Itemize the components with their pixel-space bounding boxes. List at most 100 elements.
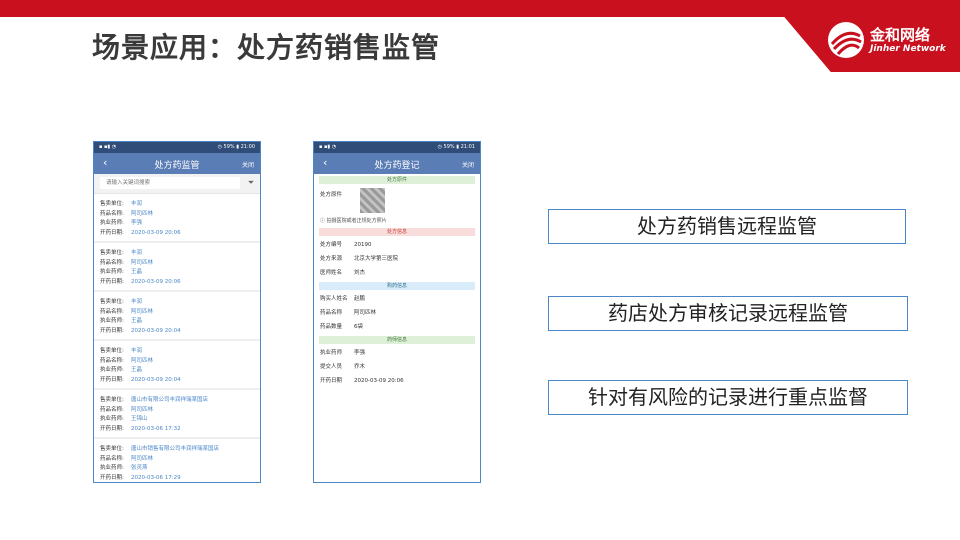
- record-seller-row: 售卖单位: 唐山市有限公司丰润祥瑞某国店: [100, 396, 254, 406]
- form-field-label: 开药日期: [320, 378, 343, 384]
- form-field-row: 药品名称 阿司匹林: [314, 306, 480, 320]
- brand-en: Jinher Network: [870, 44, 946, 54]
- record-item[interactable]: 售卖单位: 唐山市销售有限公司丰润祥瑞某国店 药品名称: 阿司匹林 执业药师: 张灵燕 开药…: [94, 439, 260, 483]
- record-item[interactable]: 售卖单位: 唐山市有限公司丰润祥瑞某国店 药品名称: 阿司匹林执业药师: 王锦山 开药日期…: [94, 390, 260, 439]
- record-pharmacist-value: 王晶: [131, 367, 143, 373]
- form-field-value[interactable]: 6袋: [354, 324, 363, 330]
- record-date-value: 2020-03-09 20:06: [131, 229, 181, 236]
- form-field-value[interactable]: 乔木: [354, 364, 365, 370]
- record-pharmacist-row: 执业药师: 张灵燕: [100, 464, 254, 474]
- record-seller-label: 售卖单位:: [100, 201, 124, 207]
- form-field-label: 执业药师: [320, 350, 343, 356]
- record-date-label: 开药日期:: [100, 278, 124, 285]
- rx-photo-label: 处方原件: [320, 192, 343, 198]
- record-date-label: 开药日期:: [100, 229, 124, 236]
- rx-photo-thumbnail[interactable]: [360, 188, 385, 213]
- record-list: 售卖单位: 丰润 药品名称: 阿司匹林 执业药师: 李强 开药日期: 2020-03-09 2…: [94, 194, 260, 483]
- record-pharmacist-row: 执业药师: 王晶: [100, 317, 254, 327]
- close-button[interactable]: 关闭: [242, 160, 254, 169]
- record-pharmacist-value: 王晶: [131, 318, 143, 324]
- search-input[interactable]: [100, 177, 240, 189]
- record-drug-label: 药品名称:: [100, 308, 124, 315]
- rx-photo-row: 处方原件: [314, 186, 480, 216]
- filter-icon[interactable]: ⏷: [246, 178, 256, 188]
- status-right: ◷ 59% ▮ 21:01: [437, 144, 475, 150]
- record-item[interactable]: 售卖单位: 丰润药品名称: 阿司匹林执业药师: 王晶开药日期: 2020-03-09 2…: [94, 243, 260, 292]
- record-seller-value: 丰润: [131, 250, 143, 256]
- record-date-label: 开药日期:: [100, 327, 124, 334]
- record-drug-row: 药品名称: 阿司匹林: [100, 406, 254, 416]
- record-seller-row: 售卖单位: 丰润: [100, 249, 254, 259]
- record-drug-label: 药品名称:: [100, 455, 124, 462]
- section-rx-original: 处方原件: [319, 176, 475, 184]
- record-pharmacist-value: 张灵燕: [131, 465, 148, 471]
- record-drug-row: 药品名称: 阿司匹林: [100, 357, 254, 367]
- record-date-label: 开药日期:: [100, 425, 124, 432]
- screen-title: 处方药登记: [374, 161, 420, 171]
- record-pharmacist-value: 王晶: [131, 269, 143, 275]
- form-field-row: 执业药师 李强: [314, 346, 480, 360]
- form-field-value[interactable]: 刘杰: [354, 270, 365, 276]
- rx-info-fields: 处方编号 20190 处方来源 北京大学第三医院 医师姓名 刘杰: [314, 238, 480, 280]
- section-rx-info: 处方信息: [319, 228, 475, 236]
- record-seller-label: 售卖单位:: [100, 446, 124, 452]
- form-field-label: 药品名称: [320, 310, 343, 316]
- record-drug-value: 阿司匹林: [131, 406, 154, 413]
- form-field-row: 购买人姓名 赵鹏: [314, 292, 480, 306]
- record-date-row: 开药日期: 2020-03-09 20:06: [100, 278, 254, 288]
- record-date-value: 2020-03-09 20:06: [131, 278, 181, 285]
- record-drug-label: 药品名称:: [100, 406, 124, 413]
- record-pharmacist-row: 执业药师: 王晶: [100, 268, 254, 278]
- record-date-row: 开药日期: 2020-03-09 20:06: [100, 229, 254, 239]
- form-field-value[interactable]: 2020-03-09 20:06: [354, 378, 404, 384]
- record-item[interactable]: 售卖单位: 丰润 药品名称: 阿司匹林 执业药师: 李强 开药日期: 2020-03-09 2…: [94, 194, 260, 243]
- pharmacist-info-fields: 执业药师 李强提交人员 乔木开药日期 2020-03-09 20:06: [314, 346, 480, 388]
- record-date-value: 2020-03-09 20:04: [131, 376, 181, 383]
- record-item[interactable]: 售卖单位: 丰润 药品名称: 阿司匹林 执业药师: 王晶 开药日期: 2020-03-09 2…: [94, 341, 260, 390]
- form-field-value[interactable]: 北京大学第三医院: [354, 256, 398, 262]
- record-drug-row: 药品名称: 阿司匹林: [100, 308, 254, 318]
- jinher-logo-icon: [828, 22, 864, 58]
- form-field-row: 药品数量 6袋: [314, 320, 480, 334]
- form-field-label: 医师姓名: [320, 270, 343, 276]
- record-seller-value: 唐山市有限公司丰润祥瑞某国店: [131, 397, 209, 403]
- section-buy-info: 购药信息: [319, 282, 475, 290]
- record-seller-label: 售卖单位:: [100, 299, 124, 305]
- feature-remote-sales-supervision: 处方药销售远程监管: [548, 209, 906, 244]
- form-field-label: 药品数量: [320, 324, 343, 330]
- nav-bar: ‹ 处方药监管 关闭: [94, 153, 260, 174]
- status-left: ▪ ▪▮ ◔: [99, 144, 117, 150]
- record-drug-label: 药品名称:: [100, 259, 124, 266]
- form-field-row: 处方来源 北京大学第三医院: [314, 252, 480, 266]
- form-field-row: 医师姓名 刘杰: [314, 266, 480, 280]
- record-item[interactable]: 售卖单位: 丰润药品名称: 阿司匹林 执业药师: 王晶 开药日期: 2020-03-09 2…: [94, 292, 260, 341]
- form-field-label: 提交人员: [320, 364, 343, 370]
- phone-screenshot-supervision: ▪ ▪▮ ◔ ◷ 59% ▮ 21:00 ‹ 处方药监管 关闭 ⏷ 售卖单位: 丰…: [93, 141, 261, 483]
- record-seller-value: 唐山市销售有限公司丰润祥瑞某国店: [131, 446, 220, 452]
- brand-cn: 金和网络: [870, 26, 931, 44]
- form-field-value[interactable]: 阿司匹林: [354, 310, 376, 316]
- screen-title: 处方药监管: [154, 161, 200, 171]
- record-seller-value: 丰润: [131, 299, 143, 305]
- record-date-row: 开药日期: 2020-03-09 20:04: [100, 327, 254, 337]
- record-pharmacist-label: 执业药师:: [100, 416, 124, 422]
- record-drug-value: 阿司匹林: [131, 259, 154, 266]
- record-pharmacist-row: 执业药师: 王晶: [100, 366, 254, 376]
- record-seller-row: 售卖单位: 唐山市销售有限公司丰润祥瑞某国店: [100, 445, 254, 455]
- nav-bar: ‹ 处方药登记 关闭: [314, 153, 480, 174]
- form-field-value[interactable]: 赵鹏: [354, 296, 365, 302]
- record-seller-row: 售卖单位: 丰润: [100, 200, 254, 210]
- feature-risk-focused-supervision: 针对有风险的记录进行重点监督: [548, 380, 908, 415]
- record-pharmacist-value: 李强: [131, 220, 143, 226]
- close-button[interactable]: 关闭: [462, 160, 474, 169]
- record-date-value: 2020-03-09 20:04: [131, 327, 181, 334]
- record-pharmacist-row: 执业药师: 王锦山: [100, 415, 254, 425]
- record-drug-value: 阿司匹林: [131, 357, 154, 364]
- record-date-label: 开药日期:: [100, 474, 124, 481]
- record-pharmacist-label: 执业药师:: [100, 220, 124, 226]
- record-pharmacist-label: 执业药师:: [100, 269, 124, 275]
- form-field-value[interactable]: 20190: [354, 242, 372, 248]
- form-field-value[interactable]: 李强: [354, 350, 365, 356]
- record-seller-label: 售卖单位:: [100, 250, 124, 256]
- record-date-row: 开药日期: 2020-03-06 17:29: [100, 474, 254, 483]
